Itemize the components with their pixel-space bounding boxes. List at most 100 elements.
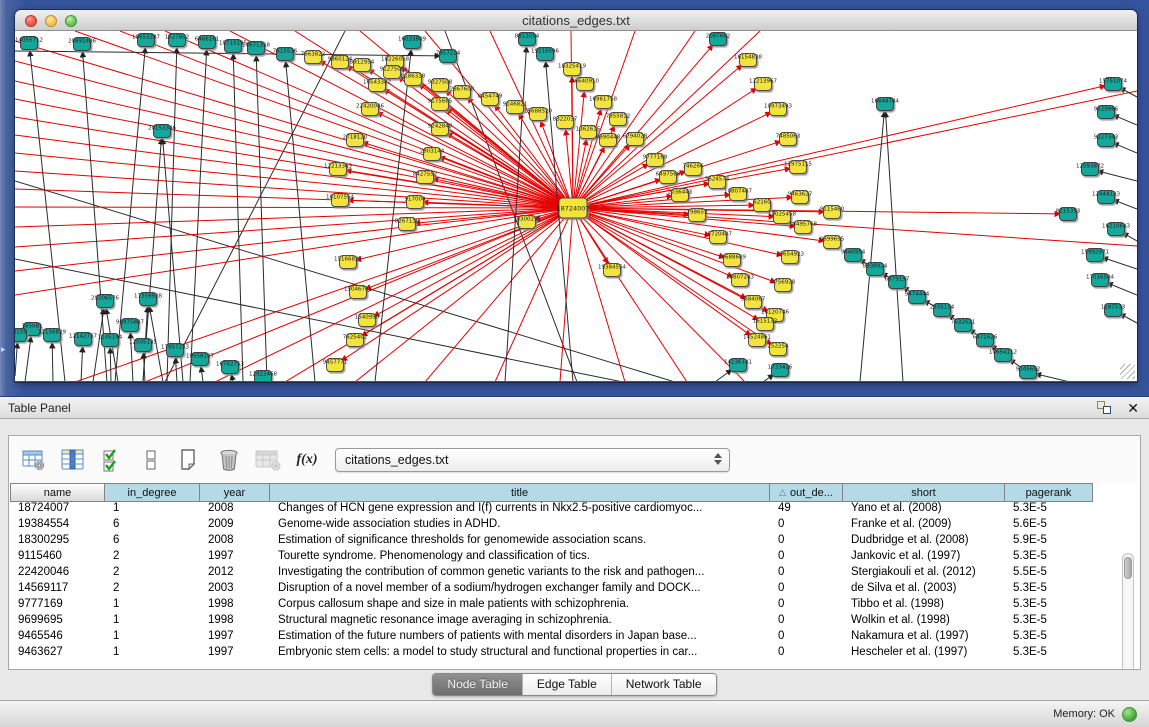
table-cell[interactable]: Tourette syndrome. Phenomenology and cla… [270,550,770,566]
column-header-title[interactable]: title [270,483,770,502]
new-table-icon[interactable] [177,447,203,473]
table-cell[interactable]: 1 [105,502,200,518]
graph-node[interactable]: 12142737 [69,333,97,346]
table-cell[interactable]: Yano et al. (2008) [843,502,1005,518]
panel-collapse-arrow-icon[interactable]: ▸ [1,344,6,355]
graph-node[interactable]: 10654112 [989,349,1017,362]
table-row[interactable]: 1830029562008Estimation of significance … [10,534,1139,550]
graph-node[interactable]: 19384554 [598,264,626,277]
graph-node[interactable]: 16640910 [571,78,599,91]
graph-node[interactable]: 20891406 [68,38,96,51]
graph-node[interactable]: 10653287 [132,34,160,47]
graph-node[interactable]: 7625402 [343,334,368,347]
table-cell[interactable]: 2008 [200,502,270,518]
table-row[interactable]: 1938455462009Genome-wide association stu… [10,518,1139,534]
window-resize-grip[interactable] [1120,364,1135,379]
network-graph[interactable]: 18724007 14055712 20891406 10653287 1527602 6… [15,31,1137,381]
table-cell[interactable]: Estimation of significance thresholds fo… [270,534,770,550]
graph-node[interactable]: 14136141 [724,359,752,372]
graph-node[interactable]: 2803144 [420,148,445,161]
graph-node[interactable]: 9463627 [788,191,813,204]
table-cell[interactable]: Structural magnetic resonance image aver… [270,614,770,630]
column-header-pagerank[interactable]: pagerank [1005,483,1093,502]
tab-node-table[interactable]: Node Table [433,674,522,695]
zoom-traffic-light-icon[interactable] [65,15,77,27]
graph-node[interactable]: 12923468 [249,371,277,382]
graph-node[interactable]: 9440954 [841,249,866,262]
table-cell[interactable]: 49 [770,502,843,518]
graph-node[interactable]: 8215353 [1056,208,1081,221]
clear-selection-icon[interactable] [138,447,164,473]
graph-node[interactable]: 8454749 [478,93,503,106]
graph-node[interactable]: 19218596 [531,48,559,61]
table-cell[interactable]: 0 [770,534,843,550]
graph-node[interactable]: 16782753 [216,361,244,374]
table-cell[interactable]: Hescheler et al. (1997) [843,646,1005,662]
table-cell[interactable]: 14569117 [10,582,105,598]
graph-node[interactable]: 18724007 [556,198,589,218]
graph-node[interactable]: 12156829 [38,329,66,342]
table-cell[interactable]: 0 [770,518,843,534]
graph-node[interactable]: 746266 [683,163,704,176]
graph-node[interactable]: 7615526 [273,48,298,61]
table-cell[interactable]: 22420046 [10,566,105,582]
table-row[interactable]: 1456911722003Disruption of a novel membe… [10,582,1139,598]
delete-table-icon[interactable] [216,447,242,473]
tab-network-table[interactable]: Network Table [611,674,716,695]
graph-node[interactable]: 9899695 [820,236,845,249]
minimize-traffic-light-icon[interactable] [45,15,57,27]
table-cell[interactable]: Corpus callosum shape and size in male p… [270,598,770,614]
network-window-titlebar[interactable]: citations_edges.txt [15,10,1137,31]
table-cell[interactable]: Disruption of a novel member of a sodium… [270,582,770,598]
graph-node[interactable]: 2935114 [930,304,955,317]
table-selector-dropdown[interactable]: citations_edges.txt [335,448,730,472]
table-cell[interactable]: Jankovic et al. (1997) [843,550,1005,566]
graph-node[interactable]: 14055712 [15,37,43,50]
graph-node[interactable]: 19654923 [776,251,804,264]
graph-node[interactable]: 7857224 [436,50,461,63]
table-cell[interactable]: Wolkin et al. (1998) [843,614,1005,630]
table-cell[interactable]: Changes of HCN gene expression and I(f) … [270,502,770,518]
table-cell[interactable]: 1 [105,598,200,614]
graph-node[interactable]: 8322037 [553,116,578,129]
table-cell[interactable]: 1997 [200,630,270,646]
graph-node[interactable]: 15166827 [334,256,362,269]
graph-node[interactable]: 9529966 [1094,106,1119,119]
table-cell[interactable]: Estimation of the future numbers of pati… [270,630,770,646]
table-cell[interactable]: 9777169 [10,598,105,614]
table-cell[interactable]: 1997 [200,646,270,662]
graph-node[interactable]: 1145194 [98,334,123,347]
table-row[interactable]: 2242004622012Investigating the contribut… [10,566,1139,582]
graph-node[interactable]: 15688520 [524,108,552,121]
graph-node[interactable]: 6794028 [623,133,648,146]
table-row[interactable]: 946554611997Estimation of the future num… [10,630,1139,646]
select-columns-icon[interactable] [60,447,86,473]
graph-node[interactable]: 10688609 [718,254,746,267]
graph-node[interactable]: 12213363 [324,163,352,176]
table-cell[interactable]: 5.3E-5 [1005,614,1093,630]
table-cell[interactable]: Embryonic stem cells: a model to study s… [270,646,770,662]
graph-node[interactable]: 1540990 [355,314,380,327]
graph-node[interactable]: 9457771 [323,359,348,372]
table-cell[interactable]: 2009 [200,518,270,534]
column-header-name[interactable]: name [10,483,105,502]
table-cell[interactable]: 2003 [200,582,270,598]
graph-node[interactable]: 1733426 [768,364,793,377]
graph-node[interactable]: 9756928 [771,279,796,292]
graph-node[interactable]: 8938924 [863,263,888,276]
graph-node[interactable]: 8912954 [350,59,375,72]
graph-node[interactable]: 20153346 [148,125,176,138]
table-cell[interactable]: 2012 [200,566,270,582]
column-header-year[interactable]: year [200,483,270,502]
graph-node[interactable]: 1527602 [165,34,190,47]
table-vertical-scrollbar[interactable] [1122,553,1134,669]
graph-node[interactable]: 8267110 [395,218,420,231]
graph-node[interactable]: 18325419 [558,63,586,76]
graph-node[interactable]: 16033809 [398,36,426,49]
graph-node[interactable]: 2087662 [706,33,731,46]
table-cell[interactable]: 9465546 [10,630,105,646]
graph-node[interactable]: 8813054 [515,33,540,46]
graph-node[interactable]: 15720407 [704,231,732,244]
column-header-out-de-[interactable]: △out_de... [770,483,843,502]
table-cell[interactable]: 0 [770,550,843,566]
